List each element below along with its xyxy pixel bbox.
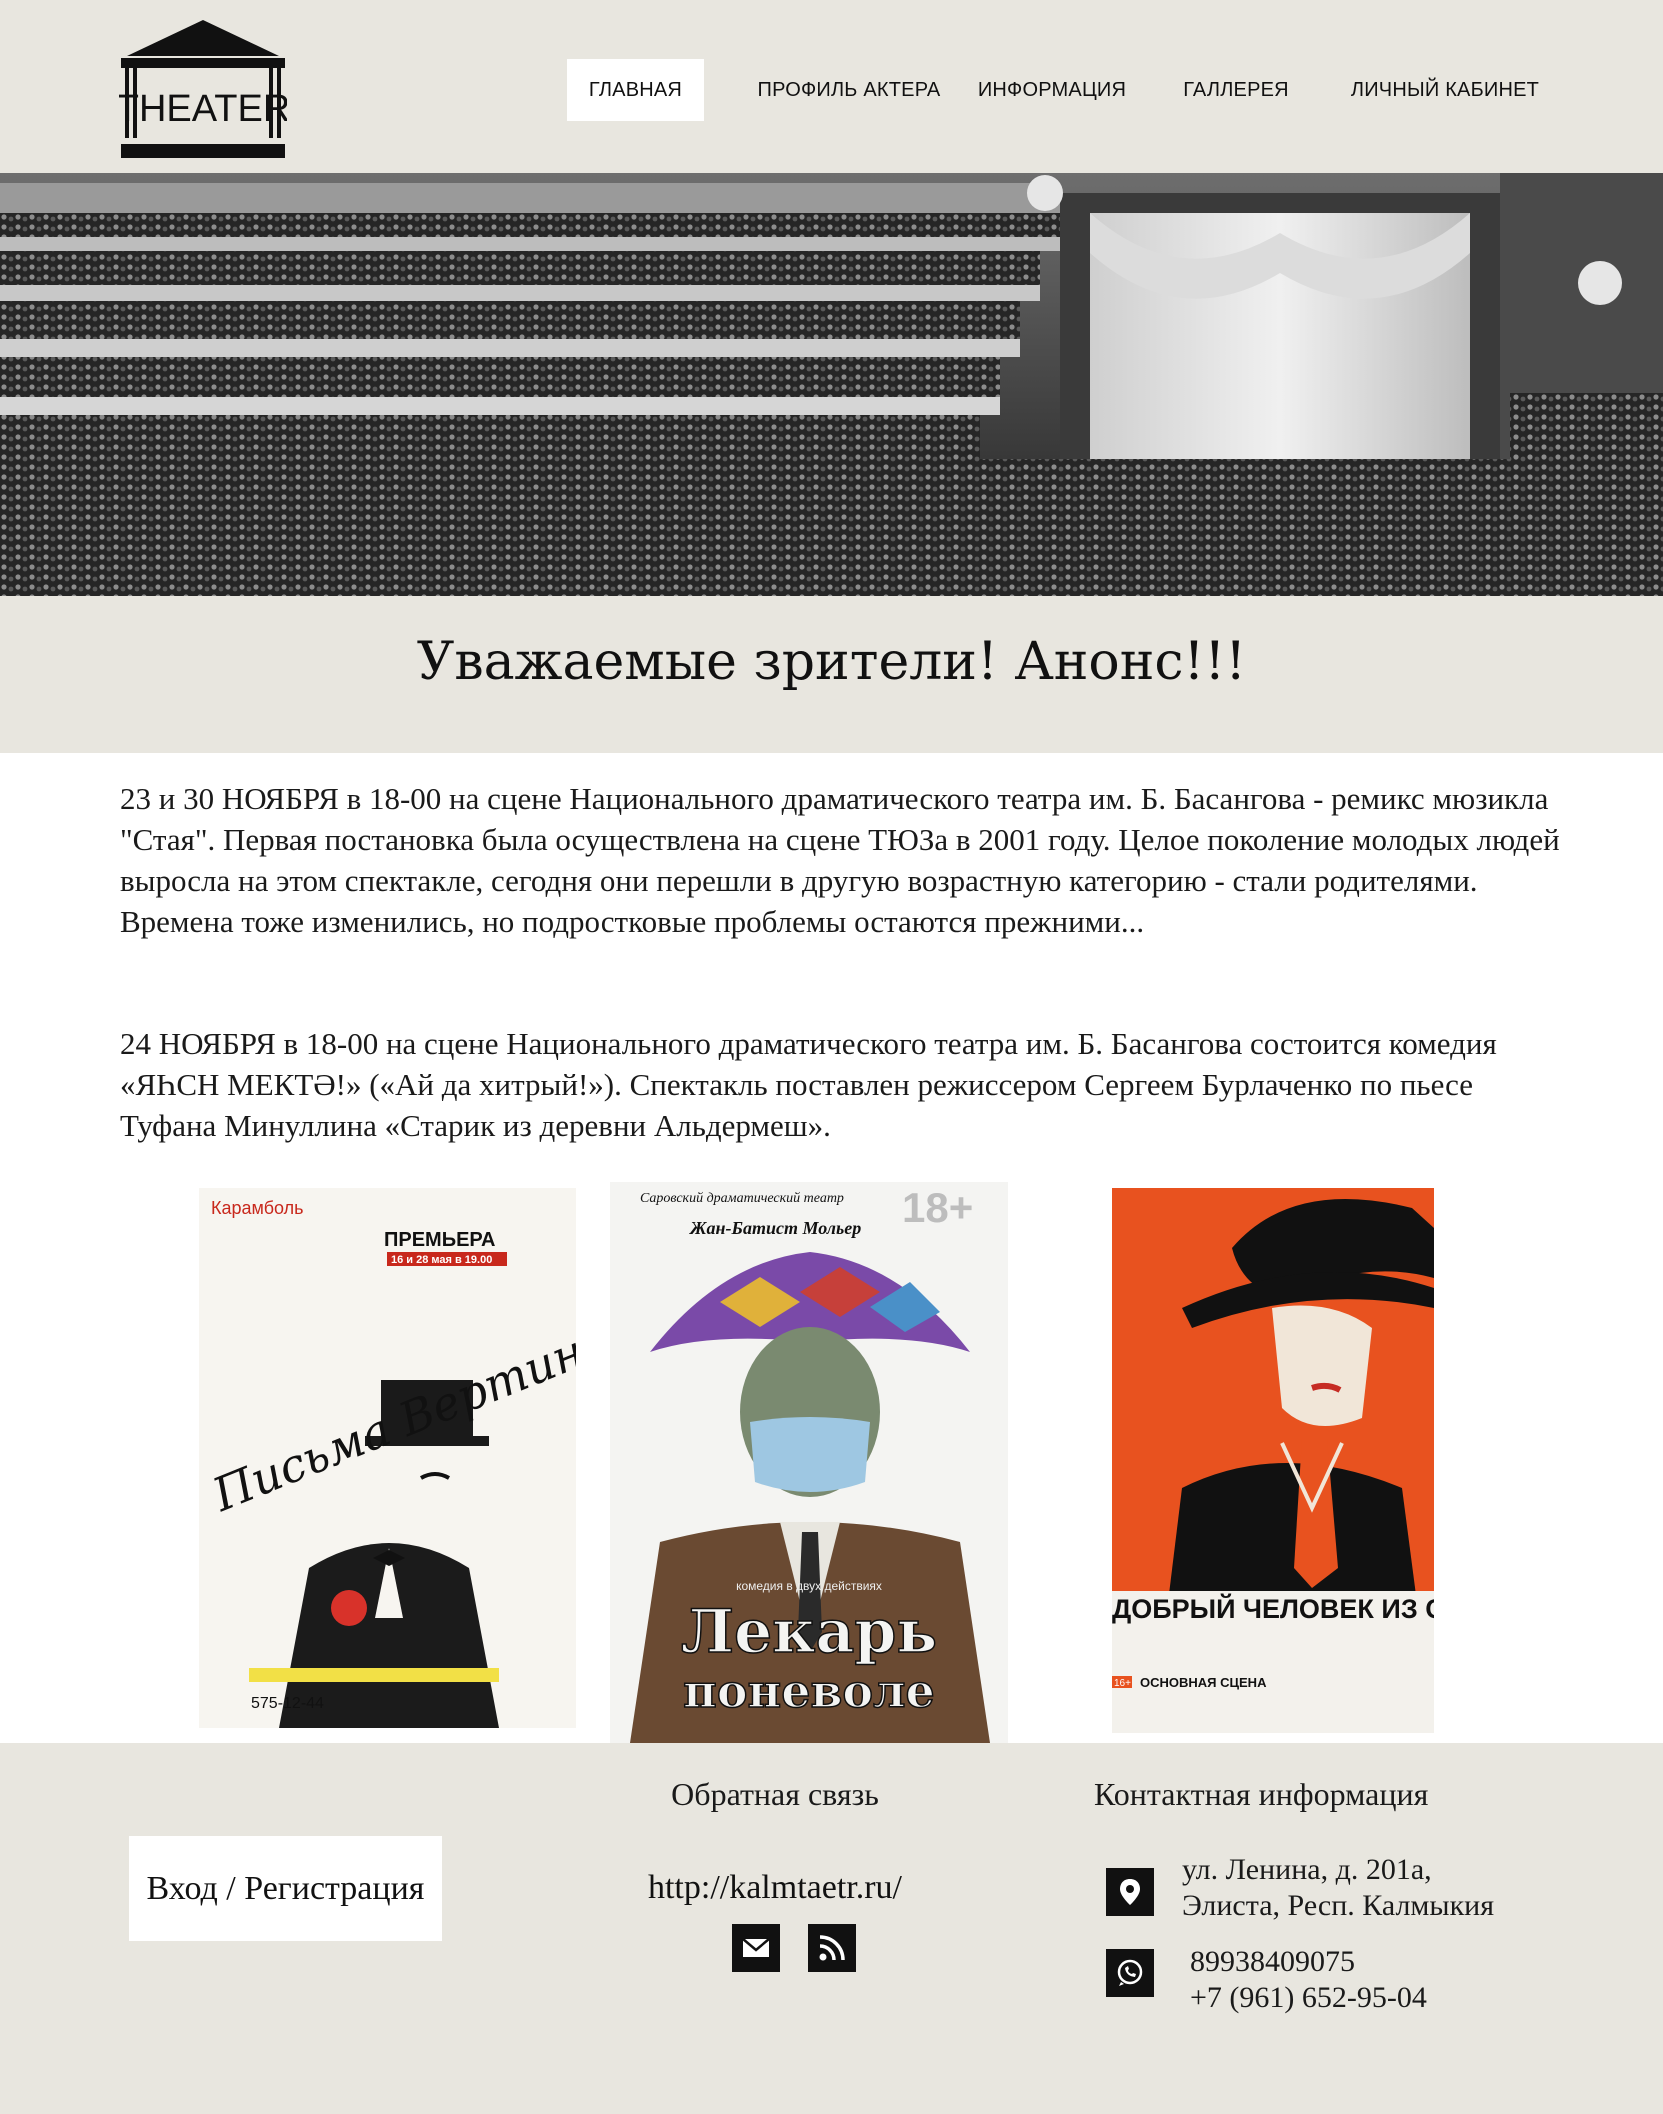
announcement-heading-band: Уважаемые зрители! Анонс!!! [0,596,1663,753]
poster2-org: Саровский драматический театр [640,1191,844,1206]
poster2-subtitle: комедия в двух действиях [736,1579,882,1593]
hero-theater-hall-image [0,173,1663,596]
poster-vertinsky-letters[interactable]: Карамболь ПРЕМЬЕРА 16 и 28 мая в 19.00 П… [199,1188,576,1728]
poster3-age: 16+ [1114,1678,1131,1689]
site-header: THEATER ГЛАВНАЯ ПРОФИЛЬ АКТЕРА ИНФОРМАЦИ… [0,0,1663,173]
announcement-1: 23 и 30 НОЯБРЯ в 18-00 на сцене Национал… [120,781,1560,939]
poster1-phone: 575-12-44 [251,1695,324,1712]
address-line-1: ул. Ленина, д. 201а, [1182,1853,1432,1886]
poster2-author: Жан-Батист Мольер [688,1218,861,1238]
site-url-link[interactable]: http://kalmtaetr.ru/ [620,1869,930,1907]
poster2-title-2: поневоле [683,1664,935,1718]
nav-actor-profile[interactable]: ПРОФИЛЬ АКТЕРА [726,59,972,121]
poster2-title-1: Лекарь [681,1597,937,1667]
nav-home[interactable]: ГЛАВНАЯ [567,59,704,121]
poster-good-person-of-szechwan[interactable]: ДОБРЫЙ ЧЕЛОВЕК ИЗ СЕЗУАНА 16+ ОСНОВНАЯ С… [1112,1188,1434,1733]
poster1-org: Карамболь [211,1198,304,1218]
poster3-title: ДОБРЫЙ ЧЕЛОВЕК ИЗ СЕЗУАНА [1112,1593,1434,1624]
nav-personal-cabinet[interactable]: ЛИЧНЫЙ КАБИНЕТ [1339,59,1551,121]
phone-1: 89938409075 [1190,1945,1355,1978]
nav-information[interactable]: ИНФОРМАЦИЯ [968,59,1136,121]
poster-doctor-in-spite[interactable]: Саровский драматический театр Жан-Батист… [610,1182,1008,1743]
svg-text:ДОБРЫЙ ЧЕЛОВЕК ИЗ СЕЗУАНА: ДОБРЫЙ ЧЕЛОВЕК ИЗ СЕЗУАНА [1112,1593,1434,1624]
nav-gallery[interactable]: ГАЛЛЕРЕЯ [1166,59,1306,121]
login-register-button[interactable]: Вход / Регистрация [129,1836,442,1941]
hall-illustration [0,173,1663,596]
page-title: Уважаемые зрители! Анонс!!! [416,632,1247,692]
phone-2: +7 (961) 652-95-04 [1190,1981,1427,2014]
main-nav: ГЛАВНАЯ ПРОФИЛЬ АКТЕРА ИНФОРМАЦИЯ ГАЛЛЕР… [0,59,1663,121]
contacts-title: Контактная информация [1094,1776,1429,1812]
announcement-2: 24 НОЯБРЯ в 18-00 на сцене Национального… [120,1026,1497,1143]
location-pin-icon [1106,1868,1154,1916]
whatsapp-icon[interactable] [1106,1949,1154,1997]
address-line-2: Элиста, Респ. Калмыкия [1182,1889,1494,1922]
rss-icon[interactable] [808,1924,856,1972]
poster1-dates: 16 и 28 мая в 19.00 [391,1254,492,1266]
poster3-stage: ОСНОВНАЯ СЦЕНА [1140,1675,1267,1690]
mail-icon[interactable] [732,1924,780,1972]
poster1-badge: ПРЕМЬЕРА [384,1229,495,1251]
feedback-title: Обратная связь [671,1776,879,1812]
poster2-age: 18+ [902,1184,973,1231]
